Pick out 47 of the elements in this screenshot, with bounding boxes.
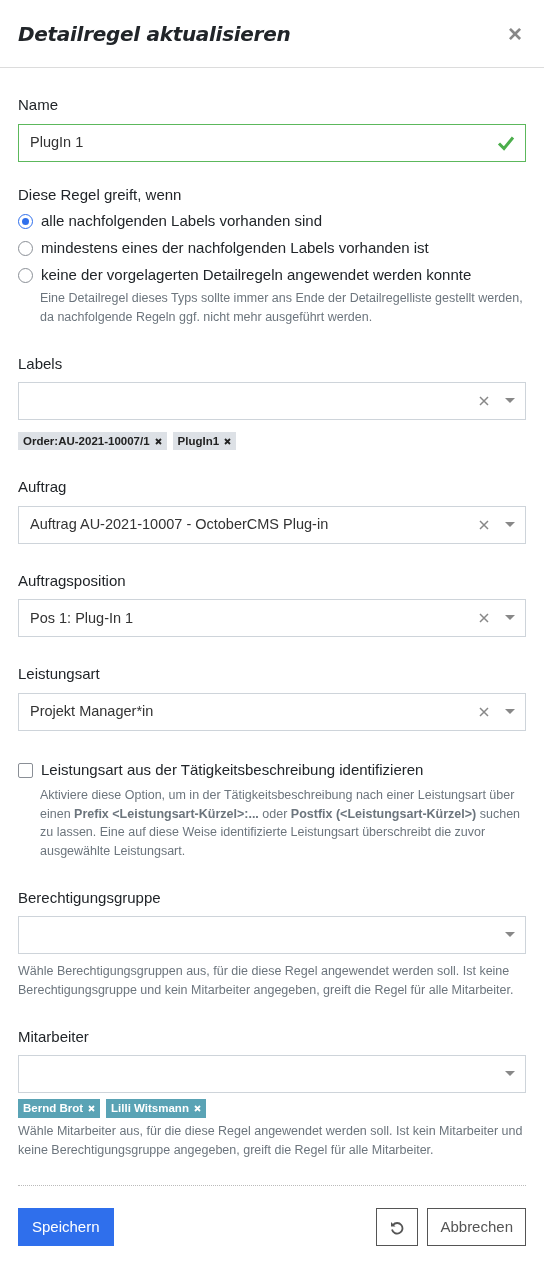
cancel-button[interactable]: Abbrechen	[427, 1208, 526, 1247]
reset-button[interactable]	[376, 1208, 419, 1247]
clear-icon[interactable]	[479, 613, 489, 624]
option-label[interactable]: keine der vorgelagerten Detailregeln angewendet werden konnte	[41, 264, 472, 287]
field-label: Berechtigungsgruppe	[18, 887, 161, 908]
clear-icon[interactable]	[479, 519, 489, 530]
dialog-title: Detailregel aktualisieren	[18, 21, 291, 46]
select-field[interactable]	[18, 1055, 526, 1094]
caret-icon[interactable]	[505, 521, 515, 528]
option-label[interactable]: alle nachfolgenden Labels vorhanden sind	[41, 210, 323, 233]
checkbox-label[interactable]: Leistungsart aus der Tätigkeitsbeschreibung identifizieren	[41, 759, 424, 782]
remove-icon[interactable]	[154, 437, 162, 445]
field-label: Leistungsart	[18, 664, 100, 685]
caret-icon[interactable]	[505, 398, 515, 404]
tag: Bernd Brot	[18, 1099, 101, 1118]
check-icon	[497, 134, 515, 151]
field-label: Auftrag	[18, 477, 67, 498]
clear-icon[interactable]	[479, 706, 489, 717]
reset-icon	[390, 1221, 405, 1236]
select-field[interactable]: Pos 1: Plug-In 1	[18, 599, 526, 638]
checkbox[interactable]	[18, 762, 33, 778]
field-label: Name	[18, 95, 58, 115]
tag: Lilli Witsmann	[106, 1099, 206, 1118]
select-field[interactable]	[18, 382, 526, 420]
select-field[interactable]: Projekt Manager*in	[18, 692, 526, 731]
help-text: Aktiviere diese Option, um in der Tätigkeitsbeschreibung nach einer Leistungsart über einen Prefix <Leistungsart-Kürzel>:... oder Postfix (<Leistungsart-Kürzel>) suchen zu lassen. Eine auf diese Weise identifizierte Leistungsart überschreibt die zuvor ausgewählte Leistungsart.	[39, 786, 522, 861]
remove-icon[interactable]	[224, 437, 232, 445]
name-input[interactable]: PlugIn 1	[18, 123, 526, 162]
select-field[interactable]: Auftrag AU-2021-10007 - OctoberCMS Plug-in	[18, 505, 526, 544]
option-label[interactable]: mindestens eines der nachfolgenden Labels vorhanden ist	[41, 237, 429, 260]
field-label: Mitarbeiter	[18, 1026, 89, 1047]
caret-icon[interactable]	[505, 708, 515, 715]
caret-icon[interactable]	[505, 615, 515, 622]
caret-icon[interactable]	[505, 1071, 515, 1078]
save-button[interactable]: Speichern	[18, 1208, 114, 1247]
help-text: Eine Detailregel dieses Typs sollte immer ans Ende der Detailregelliste gestellt werden, da nachfolgende Regeln ggf. nicht mehr ausgeführt werden.	[39, 290, 524, 326]
tag: PlugIn1	[172, 432, 237, 451]
field-label: Auftragsposition	[18, 570, 126, 591]
caret-icon[interactable]	[505, 932, 515, 939]
clear-icon[interactable]	[479, 396, 489, 406]
tag: Order:AU-2021-10007/1	[18, 432, 167, 451]
select-field[interactable]	[18, 916, 526, 955]
close-button[interactable]: ×	[504, 21, 526, 46]
help-text: Wähle Berechtigungsgruppen aus, für die diese Regel angewendet werden soll. Ist keine Berechtigungsgruppe und kein Mitarbeiter angegeben, greift die Regel für alle Mitarbeiter.	[18, 963, 515, 1000]
field-label: Diese Regel greift, wenn	[18, 184, 182, 205]
help-text: Wähle Mitarbeiter aus, für die diese Regel angewendet werden soll. Ist kein Mitarbeiter und keine Berechtigungsgruppe angegeben, greift die Regel für alle Mitarbeiter.	[18, 1122, 524, 1159]
field-label: Labels	[18, 353, 63, 374]
